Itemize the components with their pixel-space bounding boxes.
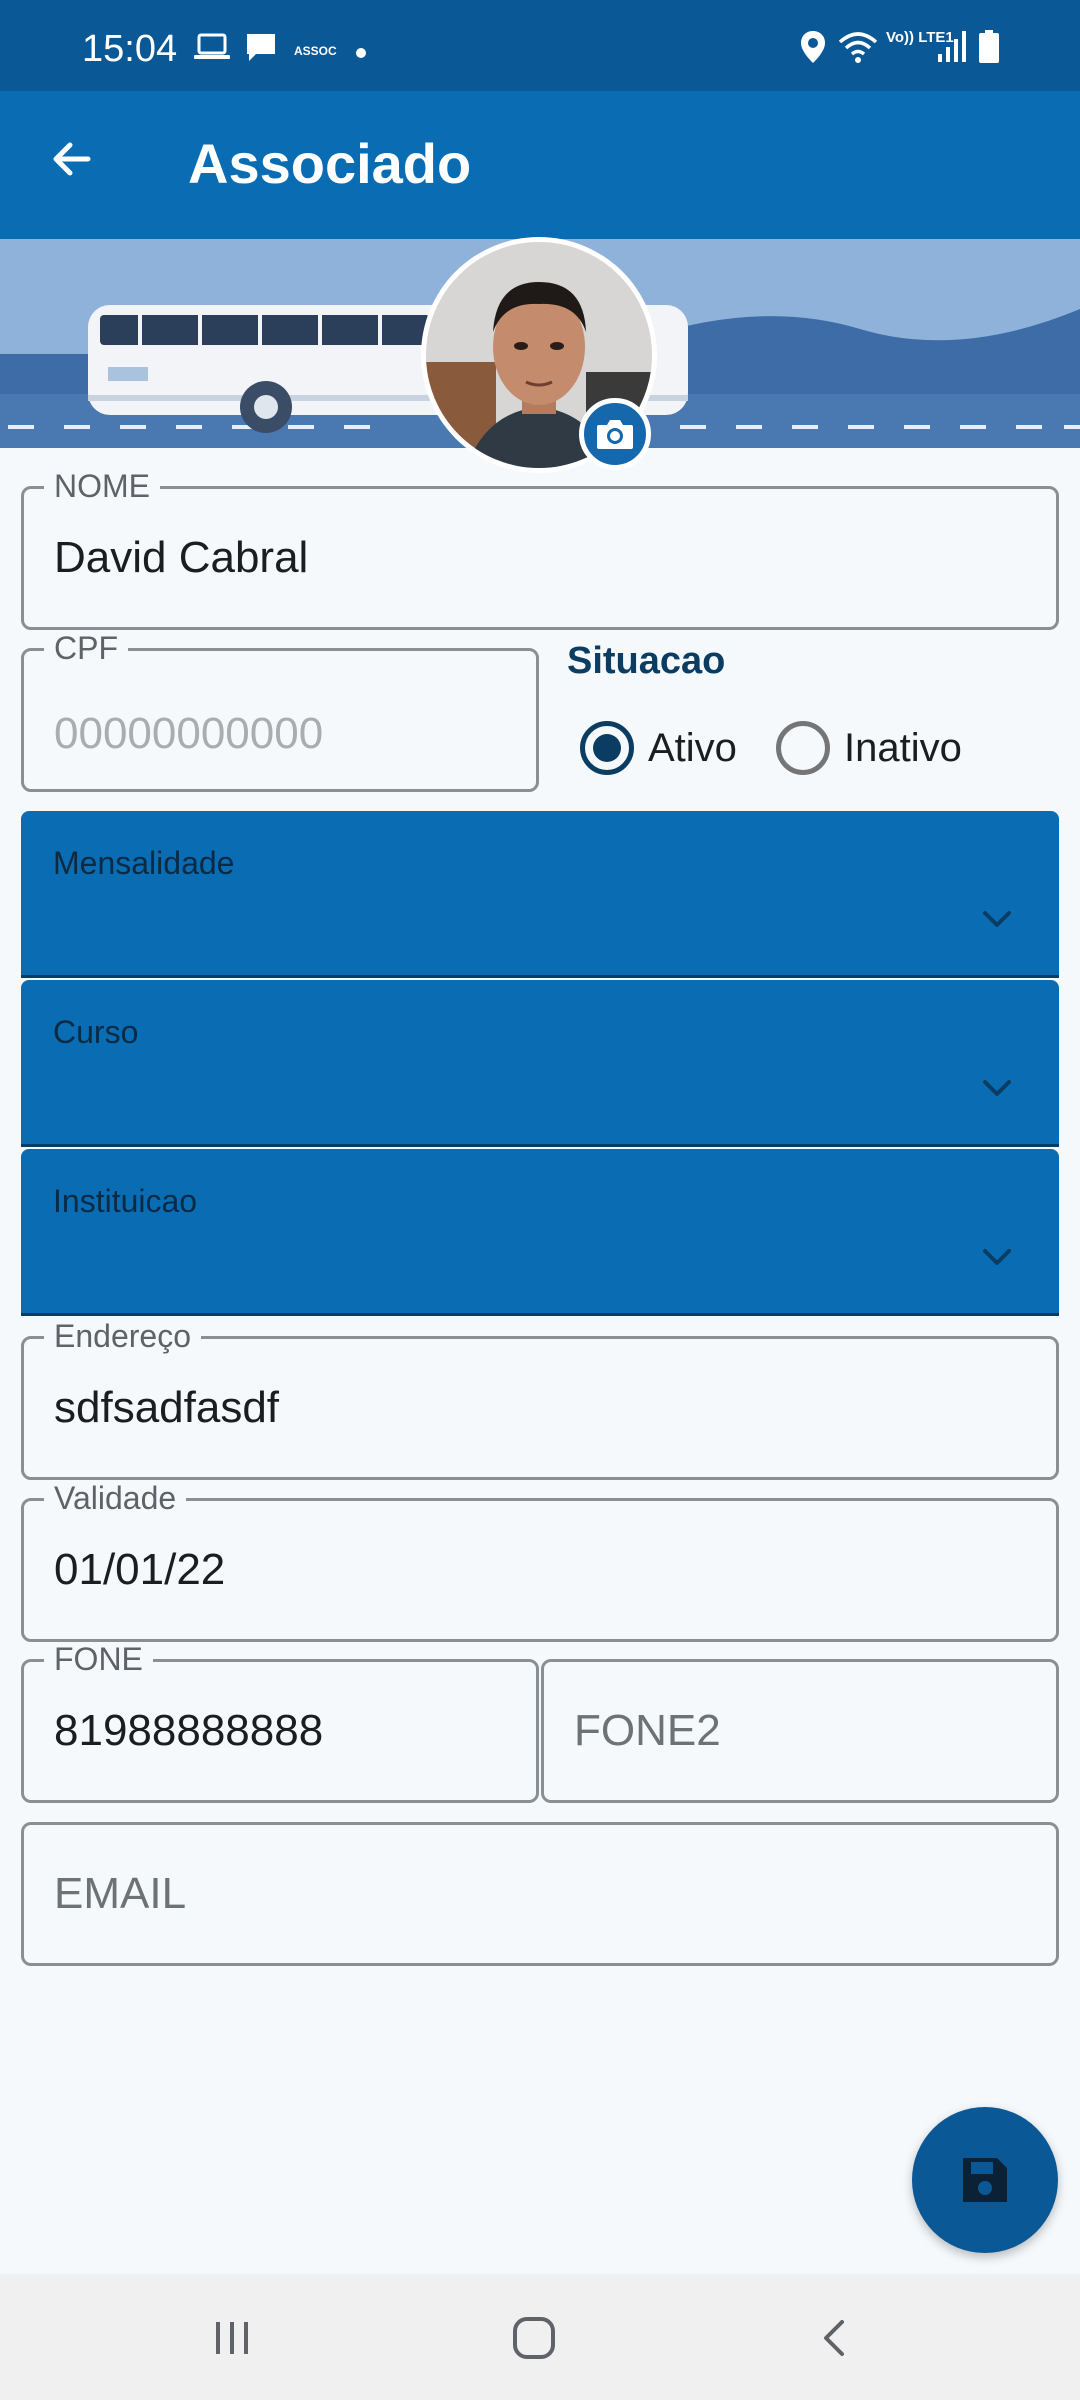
radio-inativo[interactable]: Inativo xyxy=(776,718,962,778)
chat-icon xyxy=(247,34,275,61)
change-photo-button[interactable] xyxy=(579,398,651,470)
home-icon xyxy=(513,2317,555,2359)
location-icon xyxy=(801,31,825,63)
nav-home-button[interactable] xyxy=(494,2306,574,2370)
wifi-icon xyxy=(838,32,878,63)
system-nav-bar xyxy=(0,2274,1080,2400)
email-field[interactable]: EMAIL xyxy=(21,1822,1059,1966)
chevron-down-icon xyxy=(983,911,1011,927)
curso-label: Curso xyxy=(53,1014,139,1050)
fone2-field[interactable]: FONE2 xyxy=(541,1659,1059,1803)
endereco-label: Endereço xyxy=(44,1319,201,1353)
nav-recents-button[interactable] xyxy=(192,2306,272,2370)
arrow-left-icon xyxy=(53,142,91,176)
mensalidade-label: Mensalidade xyxy=(53,845,235,881)
email-placeholder: EMAIL xyxy=(54,1869,187,1918)
fone2-placeholder: FONE2 xyxy=(574,1706,721,1755)
fone-value: 81988888888 xyxy=(54,1706,324,1755)
status-time: 15:04 xyxy=(82,28,178,70)
radio-inativo-label: Inativo xyxy=(844,725,962,770)
radio-ativo[interactable]: Ativo xyxy=(580,718,737,778)
nome-value: David Cabral xyxy=(54,533,309,582)
notification-app-icon: ASSOC xyxy=(294,44,337,58)
status-bar: 15:04 ASSOC Vo)) LTE1 xyxy=(0,0,1080,91)
laptop-icon xyxy=(194,33,230,59)
save-icon xyxy=(963,2158,1007,2202)
chevron-down-icon xyxy=(983,1249,1011,1265)
back-icon xyxy=(824,2320,844,2356)
back-button[interactable] xyxy=(38,125,106,193)
nome-field[interactable]: NOME David Cabral xyxy=(21,469,1059,630)
curso-dropdown[interactable]: Curso xyxy=(21,980,1059,1147)
fone-field[interactable]: FONE 81988888888 xyxy=(21,1642,539,1803)
cpf-label: CPF xyxy=(44,631,128,665)
chevron-down-icon xyxy=(983,1080,1011,1096)
endereco-field[interactable]: Endereço sdfsadfasdf xyxy=(21,1319,1059,1480)
battery-icon xyxy=(979,30,999,63)
instituicao-label: Instituicao xyxy=(53,1183,198,1219)
validade-value: 01/01/22 xyxy=(54,1545,226,1594)
situacao-title: Situacao xyxy=(567,640,726,682)
app-bar: Associado xyxy=(0,91,1080,239)
save-button[interactable] xyxy=(912,2107,1058,2253)
signal-icon xyxy=(938,31,966,62)
mensalidade-dropdown[interactable]: Mensalidade xyxy=(21,811,1059,978)
radio-unchecked-icon xyxy=(776,721,830,775)
notification-dot-icon xyxy=(356,48,366,58)
validade-field[interactable]: Validade 01/01/22 xyxy=(21,1481,1059,1642)
endereco-value: sdfsadfasdf xyxy=(54,1383,280,1432)
instituicao-dropdown[interactable]: Instituicao xyxy=(21,1149,1059,1316)
nome-label: NOME xyxy=(44,469,160,503)
radio-ativo-label: Ativo xyxy=(648,725,737,770)
nav-back-button[interactable] xyxy=(796,2306,876,2370)
recents-icon xyxy=(216,2322,248,2354)
fone-label: FONE xyxy=(44,1642,153,1676)
validade-label: Validade xyxy=(44,1481,187,1515)
cpf-placeholder: 00000000000 xyxy=(54,709,324,758)
camera-icon xyxy=(597,420,633,449)
page-title: Associado xyxy=(188,132,472,195)
cpf-field[interactable]: CPF 00000000000 xyxy=(21,631,539,792)
radio-checked-icon xyxy=(580,721,634,775)
